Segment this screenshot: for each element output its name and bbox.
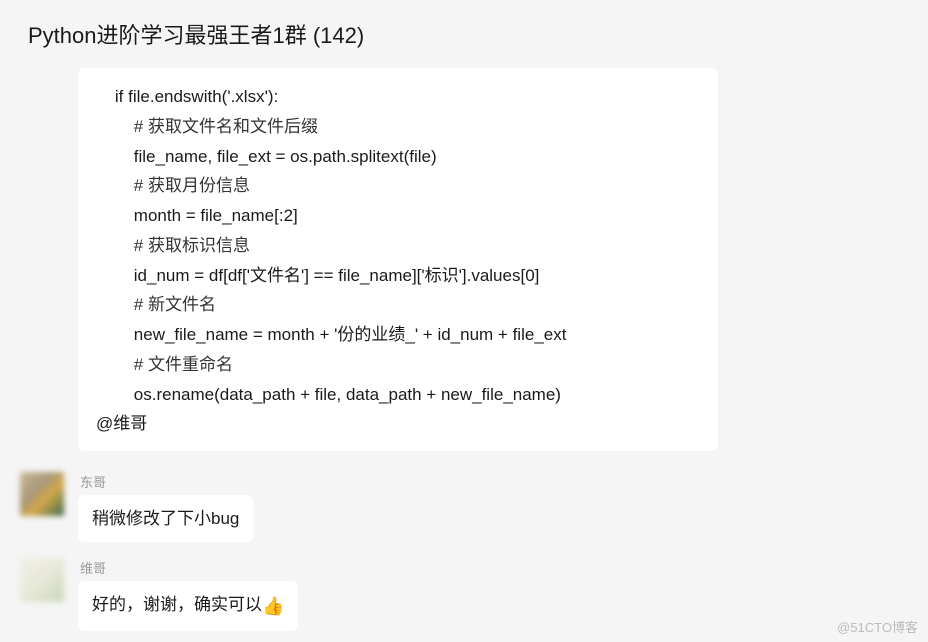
message-content: if file.endswith('.xlsx'): # 获取文件名和文件后缀 … — [78, 68, 908, 456]
text-bubble[interactable]: 好的，谢谢，确实可以👍 — [78, 581, 298, 631]
message-text: 好的，谢谢，确实可以 — [92, 595, 262, 614]
thumbs-up-icon: 👍 — [262, 592, 284, 621]
message-row: if file.endswith('.xlsx'): # 获取文件名和文件后缀 … — [20, 68, 908, 456]
mention[interactable]: @维哥 — [96, 414, 147, 433]
watermark: @51CTO博客 — [837, 617, 918, 636]
message-text: 稍微修改了下小bug — [92, 509, 239, 528]
code-bubble[interactable]: if file.endswith('.xlsx'): # 获取文件名和文件后缀 … — [78, 68, 718, 451]
chat-header: Python进阶学习最强王者1群 (142) — [0, 0, 928, 68]
message-row: 东哥 稍微修改了下小bug — [20, 472, 908, 542]
code-line: new_file_name = month + '份的业绩_' + id_num… — [96, 320, 700, 350]
code-line: os.rename(data_path + file, data_path + … — [96, 380, 700, 410]
chat-area: if file.endswith('.xlsx'): # 获取文件名和文件后缀 … — [0, 68, 928, 631]
code-line: file_name, file_ext = os.path.splitext(f… — [96, 142, 700, 172]
sender-name: 维哥 — [78, 558, 908, 577]
code-line: if file.endswith('.xlsx'): — [96, 82, 700, 112]
message-content: 东哥 稍微修改了下小bug — [78, 472, 908, 542]
code-line: # 获取文件名和文件后缀 — [96, 112, 700, 142]
code-line: # 新文件名 — [96, 290, 700, 320]
code-line: id_num = df[df['文件名'] == file_name]['标识'… — [96, 261, 700, 291]
code-line: # 文件重命名 — [96, 350, 700, 380]
sender-name: 东哥 — [78, 472, 908, 491]
code-line: # 获取月份信息 — [96, 171, 700, 201]
message-row: 维哥 好的，谢谢，确实可以👍 — [20, 558, 908, 631]
avatar[interactable] — [20, 472, 64, 516]
text-bubble[interactable]: 稍微修改了下小bug — [78, 495, 253, 542]
group-title: Python进阶学习最强王者1群 (142) — [28, 23, 364, 48]
message-content: 维哥 好的，谢谢，确实可以👍 — [78, 558, 908, 631]
code-line: # 获取标识信息 — [96, 231, 700, 261]
avatar-spacer — [20, 68, 64, 69]
avatar[interactable] — [20, 558, 64, 602]
code-line: month = file_name[:2] — [96, 201, 700, 231]
